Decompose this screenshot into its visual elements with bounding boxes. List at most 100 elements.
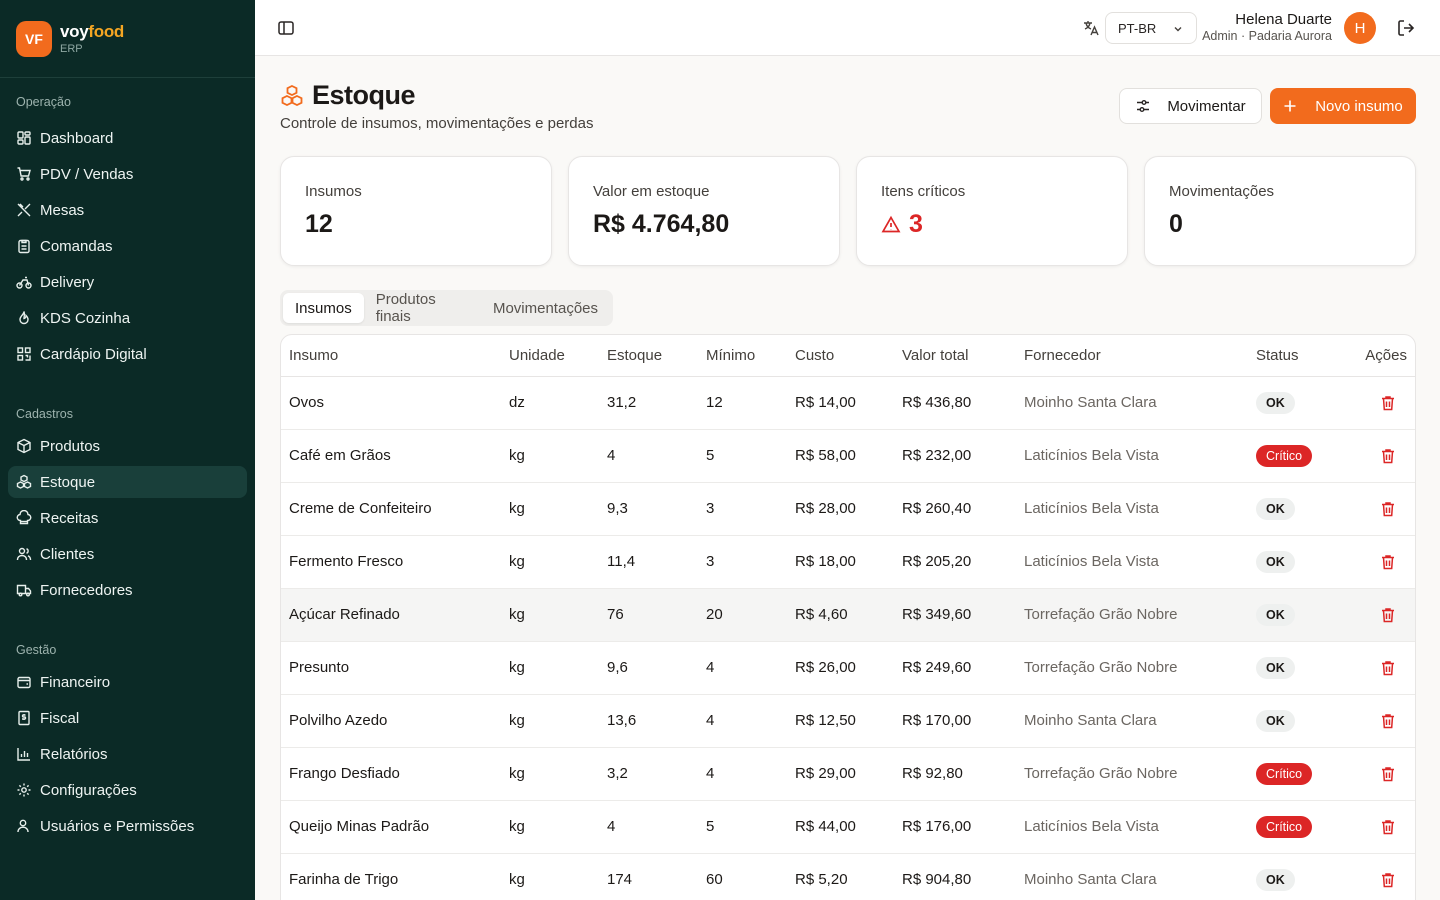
sidebar-item-mesas[interactable]: Mesas	[8, 194, 247, 226]
stat-value: 12	[305, 210, 333, 238]
trash-icon[interactable]	[1379, 712, 1397, 730]
truck-icon	[16, 584, 32, 597]
trash-icon[interactable]	[1379, 818, 1397, 836]
table-cell-status: OK	[1248, 376, 1348, 430]
sidebar-item-relatorios[interactable]: Relatórios	[8, 738, 247, 770]
column-header[interactable]: Status	[1248, 335, 1348, 377]
translate-icon[interactable]	[1081, 18, 1101, 38]
table-cell-acoes	[1348, 376, 1415, 430]
sidebar-item-delivery[interactable]: Delivery	[8, 266, 247, 298]
table-cell-unidade: kg	[501, 853, 599, 900]
table-cell-unidade: kg	[501, 800, 599, 854]
table-row[interactable]: Açúcar Refinado kg 76 20 R$ 4,60 R$ 349,60 Tor…	[281, 588, 1415, 642]
column-header[interactable]: Unidade	[501, 335, 599, 377]
stat-value: R$ 4.764,80	[593, 210, 730, 238]
sidebar-item-clientes[interactable]: Clientes	[8, 538, 247, 570]
table-row[interactable]: Ovos dz 31,2 12 R$ 14,00 R$ 436,80 Moinho Sant…	[281, 376, 1415, 430]
sidebar-item-dashboard[interactable]: Dashboard	[8, 122, 247, 154]
cart-icon	[17, 167, 31, 181]
trash-icon[interactable]	[1379, 394, 1397, 412]
nav-section-gestao: Gestão Financeiro Fiscal Relatórios Conf…	[0, 640, 255, 842]
trash-icon[interactable]	[1379, 871, 1397, 889]
tab-insumos[interactable]: Insumos	[283, 293, 364, 323]
page-title: Estoque	[280, 80, 594, 111]
sidebar-item-produtos[interactable]: Produtos	[8, 430, 247, 462]
movimentar-button[interactable]: Movimentar	[1119, 88, 1262, 124]
brand[interactable]: VF voyfood ERP	[0, 0, 255, 78]
column-header[interactable]: Valor total	[894, 335, 1016, 377]
sidebar-item-comandas[interactable]: Comandas	[8, 230, 247, 262]
table-cell-valor-total: R$ 170,00	[894, 694, 1016, 748]
stat-card-itens-criticos: Itens críticos 3	[856, 156, 1128, 266]
table-row[interactable]: Presunto kg 9,6 4 R$ 26,00 R$ 249,60 Torrefaçã…	[281, 641, 1415, 695]
sidebar-item-fiscal[interactable]: Fiscal	[8, 702, 247, 734]
column-header[interactable]: Mínimo	[698, 335, 787, 377]
flame-icon	[19, 311, 29, 325]
sidebar-item-configuracoes[interactable]: Configurações	[8, 774, 247, 806]
table-row[interactable]: Fermento Fresco kg 11,4 3 R$ 18,00 R$ 205,20 L…	[281, 535, 1415, 589]
sidebar-item-label: Fornecedores	[40, 581, 133, 599]
sidebar-item-receitas[interactable]: Receitas	[8, 502, 247, 534]
column-header[interactable]: Fornecedor	[1016, 335, 1248, 377]
table-row[interactable]: Frango Desfiado kg 3,2 4 R$ 29,00 R$ 92,80 Tor…	[281, 747, 1415, 801]
table-row[interactable]: Café em Grãos kg 4 5 R$ 58,00 R$ 232,00 Laticí…	[281, 429, 1415, 483]
column-header[interactable]: Custo	[787, 335, 894, 377]
table-cell-estoque: 11,4	[599, 535, 698, 589]
table-row[interactable]: Creme de Confeiteiro kg 9,3 3 R$ 28,00 R$ 260…	[281, 482, 1415, 536]
table-row[interactable]: Farinha de Trigo kg 174 60 R$ 5,20 R$ 904,80 M…	[281, 853, 1415, 900]
sidebar-item-kds-cozinha[interactable]: KDS Cozinha	[8, 302, 247, 334]
table-cell-acoes	[1348, 641, 1415, 695]
table-cell-custo: R$ 58,00	[787, 429, 894, 483]
table-cell-minimo: 60	[698, 853, 787, 900]
table-cell-unidade: kg	[501, 641, 599, 695]
sidebar-item-cardapio-digital[interactable]: Cardápio Digital	[8, 338, 247, 370]
sidebar-item-fornecedores[interactable]: Fornecedores	[8, 574, 247, 606]
sidebar-item-label: PDV / Vendas	[40, 165, 134, 183]
column-header[interactable]: Estoque	[599, 335, 698, 377]
table-cell-estoque: 76	[599, 588, 698, 642]
trash-icon[interactable]	[1379, 606, 1397, 624]
user-cog-icon	[17, 819, 29, 833]
trash-icon[interactable]	[1379, 553, 1397, 571]
page-subtitle: Controle de insumos, movimentações e per…	[280, 115, 594, 132]
avatar[interactable]: H	[1344, 12, 1376, 44]
logout-icon[interactable]	[1396, 18, 1416, 38]
language-select[interactable]: PT-BR	[1105, 12, 1197, 44]
stat-label: Itens críticos	[881, 183, 966, 200]
table-cell-custo: R$ 29,00	[787, 747, 894, 801]
sidebar-item-financeiro[interactable]: Financeiro	[8, 666, 247, 698]
trash-icon[interactable]	[1379, 659, 1397, 677]
table-cell-acoes	[1348, 535, 1415, 589]
sidebar: VF voyfood ERP Operação Dashboard PDV / …	[0, 0, 255, 900]
stat-label: Movimentações	[1169, 183, 1275, 200]
trash-icon[interactable]	[1379, 765, 1397, 783]
table-row[interactable]: Polvilho Azedo kg 13,6 4 R$ 12,50 R$ 170,00 Mo…	[281, 694, 1415, 748]
sidebar-item-pdv-vendas[interactable]: PDV / Vendas	[8, 158, 247, 190]
sidebar-item-estoque[interactable]: Estoque	[8, 466, 247, 498]
table-cell-acoes	[1348, 800, 1415, 854]
boxes-icon	[281, 84, 303, 106]
table-cell-status: OK	[1248, 694, 1348, 748]
sidebar-item-label: Clientes	[40, 545, 95, 563]
plus-icon	[1284, 100, 1296, 112]
sidebar-item-label: Produtos	[40, 437, 101, 455]
movimentar-button-label: Movimentar	[1167, 97, 1246, 115]
sidebar-item-label: Mesas	[40, 201, 85, 219]
tab-produtos-finais[interactable]: Produtos finais	[364, 291, 481, 325]
table-cell-status: OK	[1248, 535, 1348, 589]
novo-insumo-button[interactable]: Novo insumo	[1270, 88, 1416, 124]
table-cell-status: OK	[1248, 482, 1348, 536]
tab-movimentacoes[interactable]: Movimentações	[481, 293, 610, 323]
table-cell-fornecedor: Moinho Santa Clara	[1016, 853, 1248, 900]
table-row[interactable]: Queijo Minas Padrão kg 4 5 R$ 44,00 R$ 176,00…	[281, 800, 1415, 854]
table-cell-valor-total: R$ 436,80	[894, 376, 1016, 430]
column-header[interactable]: Insumo	[281, 335, 501, 377]
table-cell-custo: R$ 18,00	[787, 535, 894, 589]
sidebar-toggle-button[interactable]	[275, 17, 297, 39]
trash-icon[interactable]	[1379, 500, 1397, 518]
status-badge: Crítico	[1256, 815, 1313, 838]
sidebar-item-usuarios-permissoes[interactable]: Usuários e Permissões	[8, 810, 247, 842]
table-cell-unidade: kg	[501, 535, 599, 589]
trash-icon[interactable]	[1379, 447, 1397, 465]
status-badge: OK	[1256, 656, 1295, 679]
